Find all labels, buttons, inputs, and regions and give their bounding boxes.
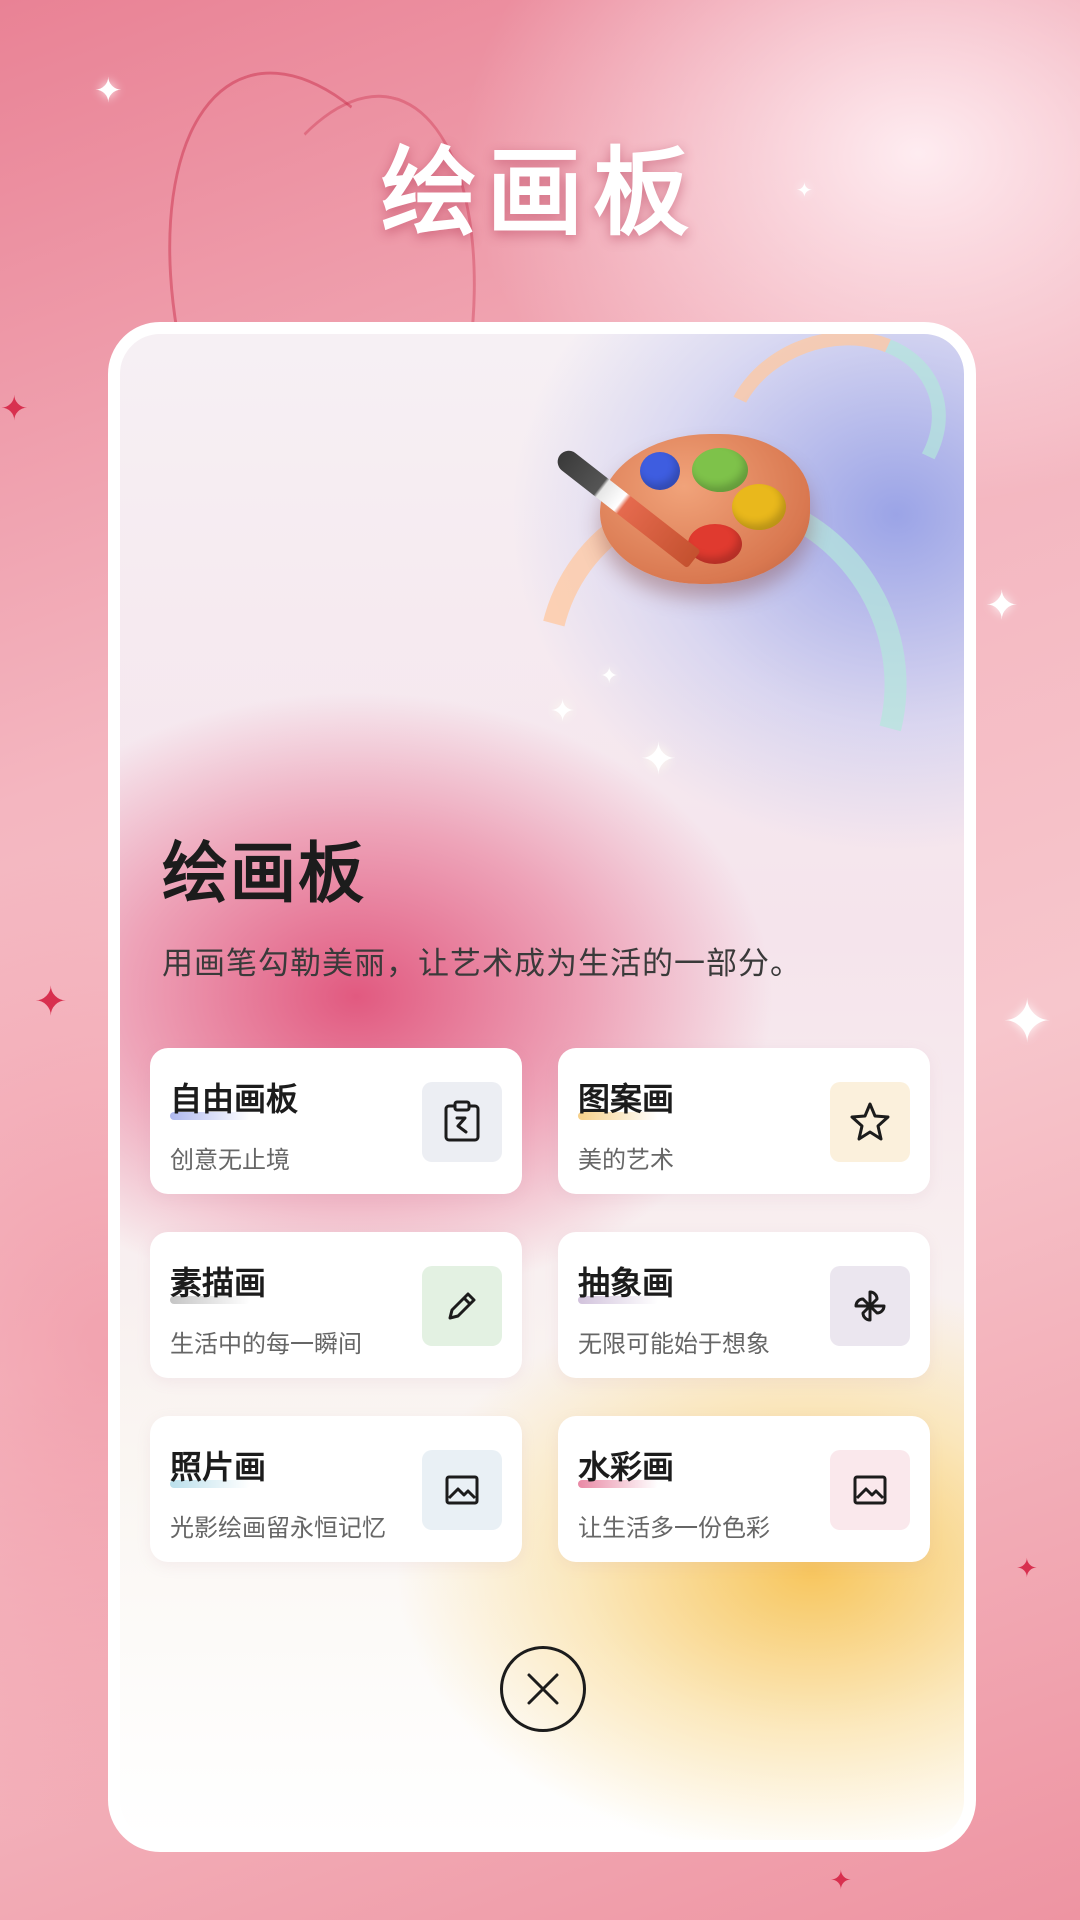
feature-card: ✦ ✦ ✦ 绘画板 用画笔勾勒美丽，让艺术成为生活的一部分。 自由画板 创意无止… xyxy=(108,322,976,1852)
mode-tile-pattern[interactable]: 图案画 美的艺术 xyxy=(558,1048,930,1194)
mode-tile-free-canvas[interactable]: 自由画板 创意无止境 xyxy=(150,1048,522,1194)
sparkle-icon: ✦ xyxy=(600,664,619,689)
sparkle-icon: ✦ xyxy=(1016,1554,1038,1584)
banner-title: 绘画板 xyxy=(381,137,699,249)
mode-tile-photo[interactable]: 照片画 光影绘画留永恒记忆 xyxy=(150,1416,522,1562)
sparkle-icon: ✦ xyxy=(34,979,68,1025)
palette-illustration xyxy=(553,414,820,614)
sparkle-icon: ✦ xyxy=(830,1866,852,1896)
tile-description: 光影绘画留永恒记忆 xyxy=(170,1514,386,1542)
tile-title: 素描画 xyxy=(170,1264,267,1302)
tile-description: 创意无止境 xyxy=(170,1146,290,1174)
sparkle-icon: ✦ xyxy=(550,694,576,729)
tile-title: 照片画 xyxy=(170,1448,267,1486)
mode-tile-sketch[interactable]: 素描画 生活中的每一瞬间 xyxy=(150,1232,522,1378)
tile-description: 生活中的每一瞬间 xyxy=(170,1330,362,1358)
tile-title: 抽象画 xyxy=(578,1264,675,1302)
tile-title: 图案画 xyxy=(578,1080,675,1118)
tile-description: 无限可能始于想象 xyxy=(578,1330,770,1358)
close-icon xyxy=(527,1673,559,1705)
tile-title: 自由画板 xyxy=(170,1080,299,1118)
pinwheel-icon xyxy=(830,1266,910,1346)
star-icon xyxy=(830,1082,910,1162)
tile-description: 让生活多一份色彩 xyxy=(578,1514,770,1542)
image-icon xyxy=(830,1450,910,1530)
clipboard-icon xyxy=(422,1082,502,1162)
pencil-icon xyxy=(422,1266,502,1346)
card-title: 绘画板 xyxy=(162,835,366,912)
sparkle-icon: ✦ xyxy=(1002,987,1053,1057)
tile-description: 美的艺术 xyxy=(578,1146,674,1174)
image-icon xyxy=(422,1450,502,1530)
sparkle-icon: ✦ xyxy=(0,389,29,429)
sparkle-icon: ✦ xyxy=(640,734,677,785)
sparkle-icon: ✦ xyxy=(985,583,1019,629)
close-button[interactable] xyxy=(500,1646,586,1732)
tile-title: 水彩画 xyxy=(578,1448,675,1486)
app-screen: ✦ ✦ ✦ ✦ ✦ ✦ ✦ ✦ 绘画板 ✦ ✦ ✦ 绘画板 用画笔勾勒美丽，让艺… xyxy=(0,0,1080,1920)
mode-tile-abstract[interactable]: 抽象画 无限可能始于想象 xyxy=(558,1232,930,1378)
mode-tile-watercolor[interactable]: 水彩画 让生活多一份色彩 xyxy=(558,1416,930,1562)
sparkle-icon: ✦ xyxy=(94,71,123,111)
card-subtitle: 用画笔勾勒美丽，让艺术成为生活的一部分。 xyxy=(162,946,802,982)
